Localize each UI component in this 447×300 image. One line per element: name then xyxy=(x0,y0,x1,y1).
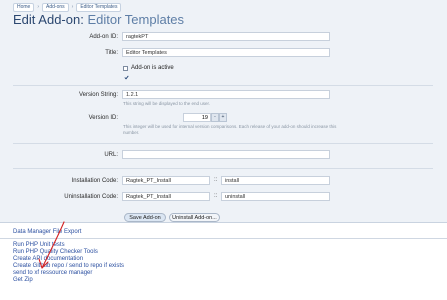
red-arrow-annotation xyxy=(38,221,65,269)
